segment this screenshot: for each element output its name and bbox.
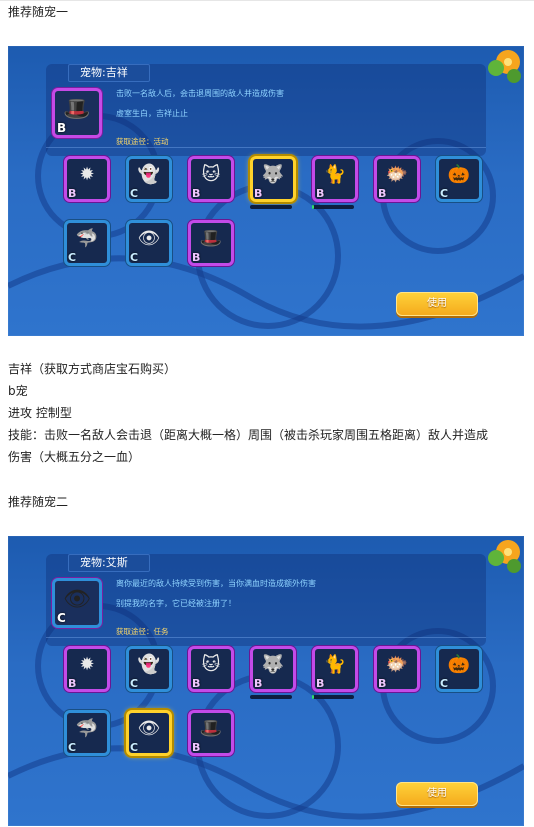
pufferfish-icon: 🐡 (385, 164, 409, 185)
panel-divider (46, 147, 486, 148)
pet-slot[interactable]: 🎩 B (188, 710, 234, 756)
pet-slot[interactable]: 👁 C (126, 710, 172, 756)
grade-badge: B (192, 251, 201, 264)
grade-badge: B (57, 121, 67, 135)
grade-badge: B (254, 677, 263, 690)
blue-eye-monster-icon: 👁 (137, 228, 161, 249)
grade-badge: C (57, 611, 66, 625)
grade-badge: C (130, 187, 139, 200)
grade-badge: B (378, 187, 387, 200)
grade-badge: B (316, 187, 325, 200)
pet-slot[interactable]: 🐺 B (250, 646, 296, 692)
panel-divider (46, 637, 486, 638)
grade-badge: C (130, 677, 139, 690)
pet-slot[interactable]: 👻 C (126, 646, 172, 692)
selected-pet-portrait: 🎩 B (52, 88, 102, 138)
cat-icon: 🐱 (201, 164, 221, 185)
grade-badge: B (68, 677, 77, 690)
pet-slot[interactable]: 🐡 B (374, 156, 420, 202)
pet-progress-bar (250, 695, 292, 699)
pet-1-type: 进攻 控制型 (8, 406, 72, 420)
grade-badge: B (378, 677, 387, 690)
heading-pet-1: 推荐随宠一 (8, 5, 69, 19)
flower-corner-icon (488, 540, 521, 573)
grade-badge: B (68, 187, 77, 200)
jixiang-doll-icon: 🎩 (199, 228, 223, 249)
pet-progress-fill (312, 205, 315, 209)
pet-name-label: 宠物:吉祥 (68, 64, 150, 82)
grade-badge: C (440, 677, 449, 690)
game-screenshot-2: 宠物:艾斯 👁 C 离你最近的敌人持续受到伤害，当你满血时造成额外伤害 别提我的名… (8, 536, 524, 826)
pet-slot[interactable]: 🦈 C (64, 710, 110, 756)
grade-badge: C (440, 187, 449, 200)
grade-badge: B (192, 677, 201, 690)
pet-slot[interactable]: 🎃 C (436, 646, 482, 692)
skill-description-line-1: 离你最近的敌人持续受到伤害，当你满血时造成额外伤害 (116, 579, 316, 588)
pet-slot[interactable]: ✹ B (64, 646, 110, 692)
robot-cat-icon: 🐈 (323, 654, 347, 675)
ghost-icon: 👻 (137, 164, 161, 185)
pet-progress-bar (312, 205, 354, 209)
pet-progress-bar (250, 205, 292, 209)
pet-slot[interactable]: 🐡 B (374, 646, 420, 692)
pet-name-label: 宠物:艾斯 (68, 554, 150, 572)
pet-slot[interactable]: 🐱 B (188, 646, 234, 692)
pet-slot[interactable]: 🐱 B (188, 156, 234, 202)
pet-slot[interactable]: 👁 C (126, 220, 172, 266)
use-button[interactable]: 使用 (396, 782, 478, 806)
ghost-icon: 👻 (137, 654, 161, 675)
pet-slot[interactable]: 🎃 C (436, 156, 482, 202)
acquire-source: 获取途径：任务 (116, 627, 169, 636)
gray-wolf-icon: 🐺 (261, 654, 285, 675)
grade-badge: B (254, 187, 263, 200)
pufferfish-icon: 🐡 (385, 654, 409, 675)
pet-slot[interactable]: 🎩 B (188, 220, 234, 266)
gray-wolf-icon: 🐺 (261, 164, 285, 185)
skill-description-line-2: 虚室生白，吉祥止止 (116, 109, 188, 118)
grade-badge: B (316, 677, 325, 690)
pumpkin-witch-icon: 🎃 (447, 654, 471, 675)
pumpkin-witch-icon: 🎃 (447, 164, 471, 185)
pet-slot[interactable]: 🐺 B (250, 156, 296, 202)
skill-description-line-2: 别提我的名字，它已经被注册了！ (116, 599, 236, 608)
pet-slot[interactable]: 🦈 C (64, 220, 110, 266)
red-fin-shark-icon: 🦈 (75, 228, 99, 249)
pet-slot[interactable]: 👻 C (126, 156, 172, 202)
pet-progress-fill (312, 695, 315, 699)
top-divider (0, 0, 534, 1)
grade-badge: B (192, 187, 201, 200)
pet-slot[interactable]: ✹ B (64, 156, 110, 202)
cat-icon: 🐱 (201, 654, 221, 675)
heading-pet-2: 推荐随宠二 (8, 495, 69, 509)
acquire-source: 获取途径：活动 (116, 137, 169, 146)
pet-1-grade: b宠 (8, 384, 28, 398)
grade-badge: B (192, 741, 201, 754)
use-button[interactable]: 使用 (396, 292, 478, 316)
selected-pet-portrait: 👁 C (52, 578, 102, 628)
pet-slot[interactable]: 🐈 B (312, 646, 358, 692)
pet-1-skill-line-2: 伤害（大概五分之一血） (8, 450, 141, 464)
robot-cat-icon: 🐈 (323, 164, 347, 185)
pet-1-skill-line-1: 技能：击败一名敌人会击退（距离大概一格）周围（被击杀玩家周围五格距离）敌人并造成 (8, 428, 489, 442)
jixiang-doll-icon: 🎩 (199, 718, 223, 739)
pet-1-name-and-source: 吉祥（获取方式商店宝石购买） (8, 362, 177, 376)
pet-slot[interactable]: 🐈 B (312, 156, 358, 202)
grade-badge: C (130, 251, 139, 264)
grade-badge: C (68, 251, 77, 264)
spiky-dark-blob-icon: ✹ (79, 654, 95, 675)
skill-description-line-1: 击败一名敌人后，会击退周围的敌人并造成伤害 (116, 89, 284, 98)
red-fin-shark-icon: 🦈 (75, 718, 99, 739)
pet-progress-bar (312, 695, 354, 699)
grade-badge: C (68, 741, 77, 754)
grade-badge: C (130, 741, 139, 754)
flower-corner-icon (488, 50, 521, 83)
game-screenshot-1: 宠物:吉祥 🎩 B 击败一名敌人后，会击退周围的敌人并造成伤害 虚室生白，吉祥止止… (8, 46, 524, 336)
spiky-dark-blob-icon: ✹ (79, 164, 95, 185)
blue-eye-monster-icon: 👁 (137, 718, 161, 739)
